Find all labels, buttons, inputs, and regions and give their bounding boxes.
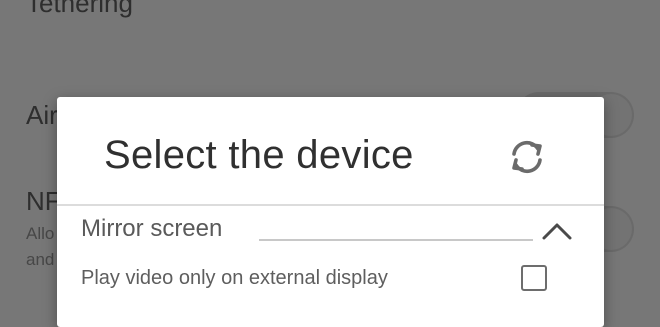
dialog-title: Select the device [104,133,414,177]
mirror-screen-section-header[interactable]: Mirror screen [81,215,581,247]
refresh-icon [512,140,542,174]
option-label: Play video only on external display [81,267,388,289]
chevron-up-icon [542,223,572,240]
option-play-video-external[interactable]: Play video only on external display [81,265,559,295]
section-divider-line [259,239,533,241]
collapse-button[interactable] [537,215,577,247]
settings-item-nfc-subtitle-2: and [26,250,55,269]
settings-item-nfc[interactable]: NF [26,186,61,217]
dialog-divider [57,204,604,206]
refresh-button[interactable] [501,131,553,183]
settings-item-airplane[interactable]: Air [26,100,58,131]
settings-item-tethering[interactable]: Tethering [26,0,133,19]
play-video-external-checkbox[interactable] [521,265,547,291]
settings-item-nfc-subtitle: Allo [26,224,55,243]
select-device-dialog: Select the device Mirror screen Play vid… [57,97,604,327]
section-title: Mirror screen [81,215,223,242]
